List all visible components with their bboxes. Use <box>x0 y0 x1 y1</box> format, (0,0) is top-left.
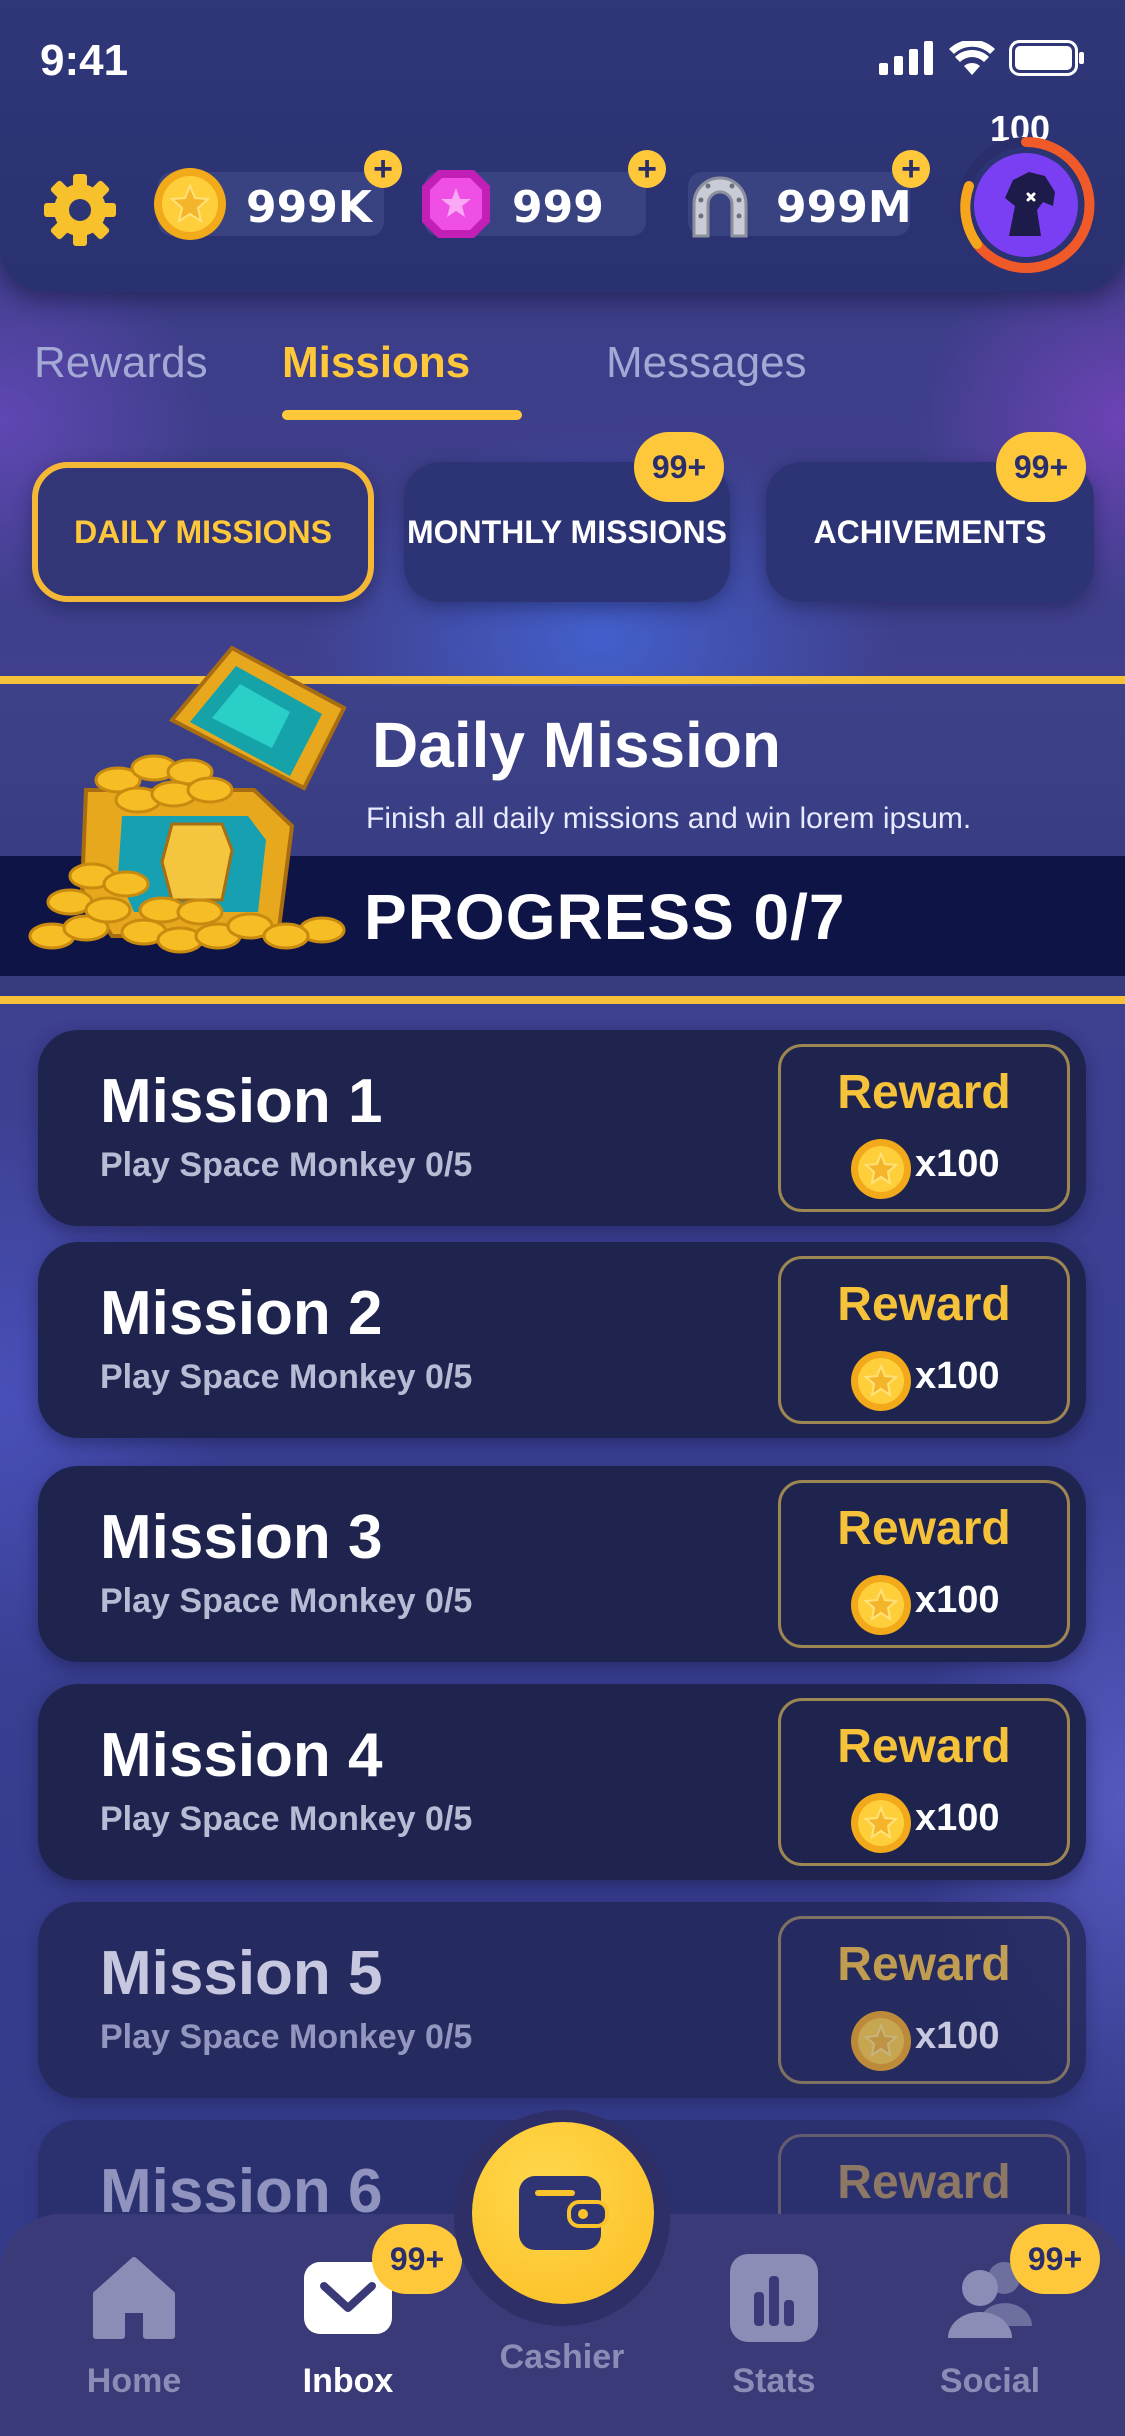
settings-gear-icon[interactable] <box>42 172 118 248</box>
mission-card-1[interactable]: Mission 1 Play Space Monkey 0/5 Reward x… <box>38 1030 1086 1226</box>
reward-box[interactable]: Reward x100 <box>778 1256 1070 1424</box>
reward-amount: x100 <box>915 1143 1000 1185</box>
bar-chart-icon <box>730 2254 818 2342</box>
mission-title: Mission 5 <box>100 1939 383 2008</box>
add-horseshoes-button[interactable]: + <box>892 150 930 188</box>
banner-bottom-border <box>0 996 1125 1004</box>
battery-icon <box>1009 40 1084 76</box>
nav-home[interactable]: Home <box>44 2252 224 2401</box>
cashier-button[interactable] <box>472 2122 654 2304</box>
reward-box[interactable]: Reward x100 <box>778 1916 1070 2084</box>
tab-rewards[interactable]: Rewards <box>34 338 208 388</box>
treasure-chest-icon <box>28 645 347 954</box>
mission-progress: PROGRESS 0/7 <box>364 881 846 953</box>
banner-subtitle: Finish all daily missions and win lorem … <box>366 802 972 835</box>
mission-subtitle: Play Space Monkey 0/5 <box>100 1582 473 1620</box>
reward-label: Reward <box>837 1502 1011 1555</box>
mission-card-2[interactable]: Mission 2 Play Space Monkey 0/5 Reward x… <box>38 1242 1086 1438</box>
mission-subtitle: Play Space Monkey 0/5 <box>100 2018 473 2056</box>
nav-social-label: Social <box>939 2362 1041 2400</box>
nav-inbox-label: Inbox <box>302 2362 394 2400</box>
daily-missions-button[interactable]: DAILY MISSIONS <box>32 462 374 602</box>
mission-subtitle: Play Space Monkey 0/5 <box>100 1800 473 1838</box>
reward-label: Reward <box>837 1938 1011 1991</box>
tab-missions[interactable]: Missions <box>282 338 470 388</box>
gem-value: 999 <box>512 182 604 233</box>
coin-value: 999K <box>246 182 372 233</box>
mission-card-5[interactable]: Mission 5 Play Space Monkey 0/5 Reward x… <box>38 1902 1086 2098</box>
coin-icon <box>851 2011 911 2071</box>
reward-amount: x100 <box>915 1579 1000 1621</box>
nav-cashier-label: Cashier <box>499 2338 625 2376</box>
inbox-badge: 99+ <box>372 2224 462 2294</box>
monthly-missions-badge: 99+ <box>634 432 724 502</box>
mission-title: Mission 4 <box>100 1721 383 1790</box>
gem-icon <box>422 170 490 238</box>
reward-amount: x100 <box>915 2015 1000 2057</box>
coin-icon <box>851 1793 911 1853</box>
nav-stats-label: Stats <box>732 2362 816 2400</box>
wallet-icon <box>519 2176 609 2250</box>
mission-title: Mission 1 <box>100 1067 383 1136</box>
reward-label: Reward <box>837 1066 1011 1119</box>
mission-card-3[interactable]: Mission 3 Play Space Monkey 0/5 Reward x… <box>38 1466 1086 1662</box>
reward-amount: x100 <box>915 1355 1000 1397</box>
gem-balance: 999 <box>422 170 646 238</box>
achievements-badge: 99+ <box>996 432 1086 502</box>
horseshoe-value: 999M <box>776 182 912 233</box>
coin-icon <box>851 1139 911 1199</box>
tab-messages[interactable]: Messages <box>606 338 807 388</box>
reward-box[interactable]: Reward x100 <box>778 1480 1070 1648</box>
social-badge: 99+ <box>1010 2224 1100 2294</box>
reward-amount: x100 <box>915 1797 1000 1839</box>
horseshoe-icon <box>692 176 748 238</box>
mission-subtitle: Play Space Monkey 0/5 <box>100 1358 473 1396</box>
mission-title: Mission 2 <box>100 1279 383 1348</box>
active-tab-indicator <box>282 410 522 420</box>
coin-icon <box>851 1351 911 1411</box>
home-icon <box>93 2257 175 2339</box>
status-time: 9:41 <box>40 36 129 85</box>
reward-label: Reward <box>837 1720 1011 1773</box>
mission-title: Mission 3 <box>100 1503 383 1572</box>
banner-title: Daily Mission <box>372 709 781 781</box>
add-coins-button[interactable]: + <box>364 150 402 188</box>
coin-icon <box>851 1575 911 1635</box>
signal-icon <box>879 41 933 75</box>
coin-icon <box>154 168 226 240</box>
coin-balance: 999K <box>154 168 384 240</box>
add-gems-button[interactable]: + <box>628 150 666 188</box>
status-icons <box>879 40 1085 76</box>
reward-label: Reward <box>837 1278 1011 1331</box>
nav-stats[interactable]: Stats <box>684 2252 864 2401</box>
mission-subtitle: Play Space Monkey 0/5 <box>100 1146 473 1184</box>
reward-box[interactable]: Reward x100 <box>778 1698 1070 1866</box>
wifi-icon <box>949 41 995 75</box>
mission-card-4[interactable]: Mission 4 Play Space Monkey 0/5 Reward x… <box>38 1684 1086 1880</box>
nav-home-label: Home <box>86 2362 182 2400</box>
reward-box[interactable]: Reward x100 <box>778 1044 1070 1212</box>
reward-label: Reward <box>837 2156 1011 2209</box>
horseshoe-balance: 999M <box>688 172 912 238</box>
avatar[interactable] <box>957 136 1095 274</box>
